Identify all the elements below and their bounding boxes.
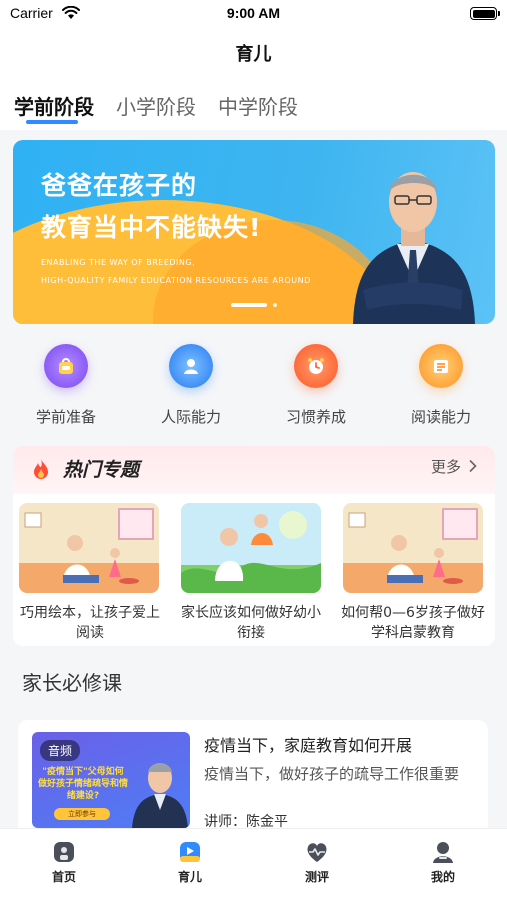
status-time: 9:00 AM xyxy=(226,5,281,21)
tab-mine[interactable]: 我的 xyxy=(413,835,473,885)
hot-topics-card: 热门专题 更多 巧用绘本，让孩子爱上阅读 家长应该如何做好幼小衔接 如何帮0—6… xyxy=(13,446,495,646)
status-bar: Carrier 9:00 AM xyxy=(0,0,507,28)
topic-caption[interactable]: 家长应该如何做好幼小衔接 xyxy=(176,603,326,643)
bottom-tab-bar: 首页 育儿 测评 我的 xyxy=(0,828,507,900)
stage-tabs: 学前阶段 小学阶段 中学阶段 xyxy=(0,78,507,130)
schoolbag-icon xyxy=(44,344,88,388)
banner-subtitle-2: HIGH-QUALITY FAMILY EDUCATION RESOURCES … xyxy=(41,276,311,285)
course-card[interactable]: 音频 "疫情当下"父母如何做好孩子情绪疏导和情绪建设? 立即参与 疫情当下，家庭… xyxy=(18,720,488,840)
section-title: 家长必修课 xyxy=(22,671,122,695)
course-description: 疫情当下，做好孩子的疏导工作很重要 xyxy=(204,765,460,783)
thumbnail-headline: "疫情当下"父母如何做好孩子情绪疏导和情绪建设? xyxy=(38,767,129,801)
pagination-dot xyxy=(273,303,277,307)
tab-preschool[interactable]: 学前阶段 xyxy=(14,91,94,120)
category-label: 学前准备 xyxy=(35,408,96,426)
topic-caption[interactable]: 如何帮0—6岁孩子做好学科启蒙教育 xyxy=(338,603,488,643)
more-link[interactable]: 更多 xyxy=(431,456,461,477)
tab-assessment[interactable]: 测评 xyxy=(287,835,347,885)
speaker-portrait xyxy=(353,172,475,324)
page-title: 育儿 xyxy=(235,44,272,65)
person-icon xyxy=(169,344,213,388)
fire-icon xyxy=(34,459,48,479)
course-title: 疫情当下，家庭教育如何开展 xyxy=(204,736,413,755)
tab-label: 我的 xyxy=(430,870,455,884)
active-tab-indicator xyxy=(26,120,78,124)
banner-subtitle-1: ENABLING THE WAY OF BREEDING, xyxy=(41,258,196,267)
book-icon xyxy=(419,344,463,388)
category-label: 阅读能力 xyxy=(410,408,471,426)
audio-badge: 音频 xyxy=(40,740,81,761)
topic-caption[interactable]: 巧用绘本，让孩子爱上阅读 xyxy=(15,603,165,643)
tab-parenting[interactable]: 育儿 xyxy=(160,835,220,885)
tab-label: 育儿 xyxy=(177,870,202,884)
course-thumbnail: 音频 "疫情当下"父母如何做好孩子情绪疏导和情绪建设? 立即参与 xyxy=(32,732,190,828)
category-label: 习惯养成 xyxy=(285,408,346,426)
thumbnail-cta: 立即参与 xyxy=(54,808,110,820)
user-profile-icon xyxy=(433,842,453,863)
battery-icon xyxy=(470,7,500,20)
tab-label: 测评 xyxy=(304,870,329,884)
tab-home[interactable]: 首页 xyxy=(34,835,94,885)
tab-primary-school[interactable]: 小学阶段 xyxy=(116,91,196,120)
tab-label: 首页 xyxy=(51,870,76,884)
promo-banner[interactable]: 爸爸在孩子的 教育当中不能缺失! ENABLING THE WAY OF BRE… xyxy=(13,140,495,324)
home-icon xyxy=(54,842,74,862)
video-play-icon xyxy=(180,842,200,862)
banner-headline-1: 爸爸在孩子的 xyxy=(41,171,198,200)
heart-pulse-icon xyxy=(307,843,327,862)
pagination-dot-active xyxy=(231,303,267,307)
nav-bar: 育儿 xyxy=(0,28,507,78)
hot-topics-header: 热门专题 更多 xyxy=(13,446,495,494)
banner-headline-2: 教育当中不能缺失! xyxy=(41,213,262,242)
category-social-skills[interactable]: 人际能力 xyxy=(141,340,241,427)
alarm-clock-icon xyxy=(294,344,338,388)
category-preschool-prep[interactable]: 学前准备 xyxy=(16,340,116,427)
category-reading[interactable]: 阅读能力 xyxy=(391,340,491,427)
category-label: 人际能力 xyxy=(160,408,221,426)
topic-thumbnail[interactable] xyxy=(181,503,321,593)
tab-middle-school[interactable]: 中学阶段 xyxy=(218,91,298,120)
category-habits[interactable]: 习惯养成 xyxy=(266,340,366,427)
hot-topics-title: 热门专题 xyxy=(63,459,140,481)
topic-thumbnail[interactable] xyxy=(343,503,483,593)
topic-thumbnail[interactable] xyxy=(19,503,159,593)
chevron-right-icon[interactable] xyxy=(469,460,477,472)
